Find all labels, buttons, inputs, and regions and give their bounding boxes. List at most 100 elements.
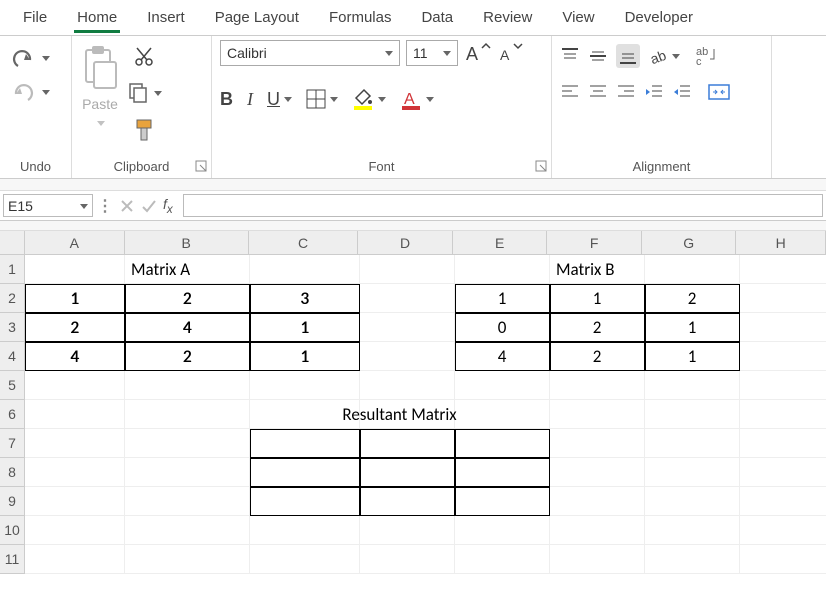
fill-color-button[interactable]	[352, 88, 386, 110]
italic-button[interactable]: I	[247, 89, 253, 110]
cell-H9[interactable]	[740, 487, 826, 516]
cell-D4[interactable]	[360, 342, 455, 371]
cell-H1[interactable]	[740, 255, 826, 284]
cell-D1[interactable]	[360, 255, 455, 284]
select-all-corner[interactable]	[0, 231, 25, 255]
row-header-11[interactable]: 11	[0, 545, 24, 574]
wrap-text-icon[interactable]: abc	[696, 45, 718, 68]
orientation-button[interactable]: ab	[648, 46, 680, 66]
merge-button[interactable]	[708, 82, 730, 102]
borders-button[interactable]	[306, 89, 338, 109]
row-header-5[interactable]: 5	[0, 371, 24, 400]
cell-G9[interactable]	[645, 487, 740, 516]
underline-button[interactable]: U	[267, 89, 292, 110]
menu-data[interactable]: Data	[406, 0, 468, 35]
cell-G3[interactable]: 1	[645, 313, 740, 342]
cell-E5[interactable]	[455, 371, 550, 400]
cell-F5[interactable]	[550, 371, 645, 400]
col-header-F[interactable]: F	[547, 231, 642, 254]
cell-B6[interactable]	[125, 400, 250, 429]
cell-C11[interactable]	[250, 545, 360, 574]
cell-H8[interactable]	[740, 458, 826, 487]
align-left-button[interactable]	[560, 82, 580, 102]
cell-F6[interactable]	[550, 400, 645, 429]
cell-H6[interactable]	[740, 400, 826, 429]
cut-button[interactable]	[134, 46, 156, 68]
spreadsheet-grid[interactable]: ABCDEFGH 1234567891011 Matrix AMatrix B1…	[0, 231, 826, 591]
font-name-select[interactable]: Calibri	[220, 40, 400, 66]
cell-F11[interactable]	[550, 545, 645, 574]
format-painter-button[interactable]	[133, 118, 157, 142]
increase-font-button[interactable]: A	[464, 42, 490, 64]
cell-B4[interactable]: 2	[125, 342, 250, 371]
cell-C2[interactable]: 3	[250, 284, 360, 313]
cell-H2[interactable]	[740, 284, 826, 313]
cell-B7[interactable]	[125, 429, 250, 458]
align-middle-button[interactable]	[588, 46, 608, 66]
row-header-8[interactable]: 8	[0, 458, 24, 487]
row-header-6[interactable]: 6	[0, 400, 24, 429]
cell-G2[interactable]: 2	[645, 284, 740, 313]
cells-area[interactable]: Matrix AMatrix B123241421123241421112021…	[25, 255, 826, 591]
cell-A10[interactable]	[25, 516, 125, 545]
bold-button[interactable]: B	[220, 89, 233, 110]
cell-C9[interactable]	[250, 487, 360, 516]
row-header-10[interactable]: 10	[0, 516, 24, 545]
cell-E3[interactable]: 0	[455, 313, 550, 342]
cell-E9[interactable]	[455, 487, 550, 516]
align-center-button[interactable]	[588, 82, 608, 102]
cell-A11[interactable]	[25, 545, 125, 574]
undo-button[interactable]	[8, 46, 50, 70]
cell-F10[interactable]	[550, 516, 645, 545]
menu-formulas[interactable]: Formulas	[314, 0, 407, 35]
font-dialog-launcher[interactable]	[535, 160, 549, 174]
cell-C8[interactable]	[250, 458, 360, 487]
row-header-1[interactable]: 1	[0, 255, 24, 284]
cell-G5[interactable]	[645, 371, 740, 400]
cell-F4[interactable]: 2	[550, 342, 645, 371]
cell-E4[interactable]: 4	[455, 342, 550, 371]
cell-E8[interactable]	[455, 458, 550, 487]
cell-C4[interactable]: 1	[250, 342, 360, 371]
decrease-font-button[interactable]: A	[496, 42, 522, 64]
cell-D3[interactable]	[360, 313, 455, 342]
menu-developer[interactable]: Developer	[610, 0, 708, 35]
cell-B10[interactable]	[125, 516, 250, 545]
merged-cell[interactable]: Resultant Matrix	[250, 400, 550, 429]
cell-F8[interactable]	[550, 458, 645, 487]
cell-A6[interactable]	[25, 400, 125, 429]
cell-G4[interactable]: 1	[645, 342, 740, 371]
copy-button[interactable]	[128, 82, 162, 104]
cell-H5[interactable]	[740, 371, 826, 400]
name-box[interactable]: E15	[3, 194, 93, 217]
cell-D11[interactable]	[360, 545, 455, 574]
cell-H4[interactable]	[740, 342, 826, 371]
cell-G10[interactable]	[645, 516, 740, 545]
cell-C5[interactable]	[250, 371, 360, 400]
col-header-B[interactable]: B	[125, 231, 249, 254]
cell-B8[interactable]	[125, 458, 250, 487]
row-header-2[interactable]: 2	[0, 284, 24, 313]
cell-E10[interactable]	[455, 516, 550, 545]
cell-G1[interactable]	[645, 255, 740, 284]
cell-G6[interactable]	[645, 400, 740, 429]
menu-file[interactable]: File	[8, 0, 62, 35]
font-color-button[interactable]: A	[400, 88, 434, 110]
cell-B1[interactable]: Matrix A	[125, 255, 250, 284]
col-header-H[interactable]: H	[736, 231, 826, 254]
cell-B11[interactable]	[125, 545, 250, 574]
cell-D9[interactable]	[360, 487, 455, 516]
cell-B5[interactable]	[125, 371, 250, 400]
cell-E2[interactable]: 1	[455, 284, 550, 313]
font-size-select[interactable]: 11	[406, 40, 458, 66]
cell-C3[interactable]: 1	[250, 313, 360, 342]
cell-E1[interactable]	[455, 255, 550, 284]
cell-H10[interactable]	[740, 516, 826, 545]
cell-F3[interactable]: 2	[550, 313, 645, 342]
increase-indent-button[interactable]	[672, 82, 692, 102]
cell-A7[interactable]	[25, 429, 125, 458]
align-right-button[interactable]	[616, 82, 636, 102]
row-header-3[interactable]: 3	[0, 313, 24, 342]
row-header-4[interactable]: 4	[0, 342, 24, 371]
align-top-button[interactable]	[560, 46, 580, 66]
